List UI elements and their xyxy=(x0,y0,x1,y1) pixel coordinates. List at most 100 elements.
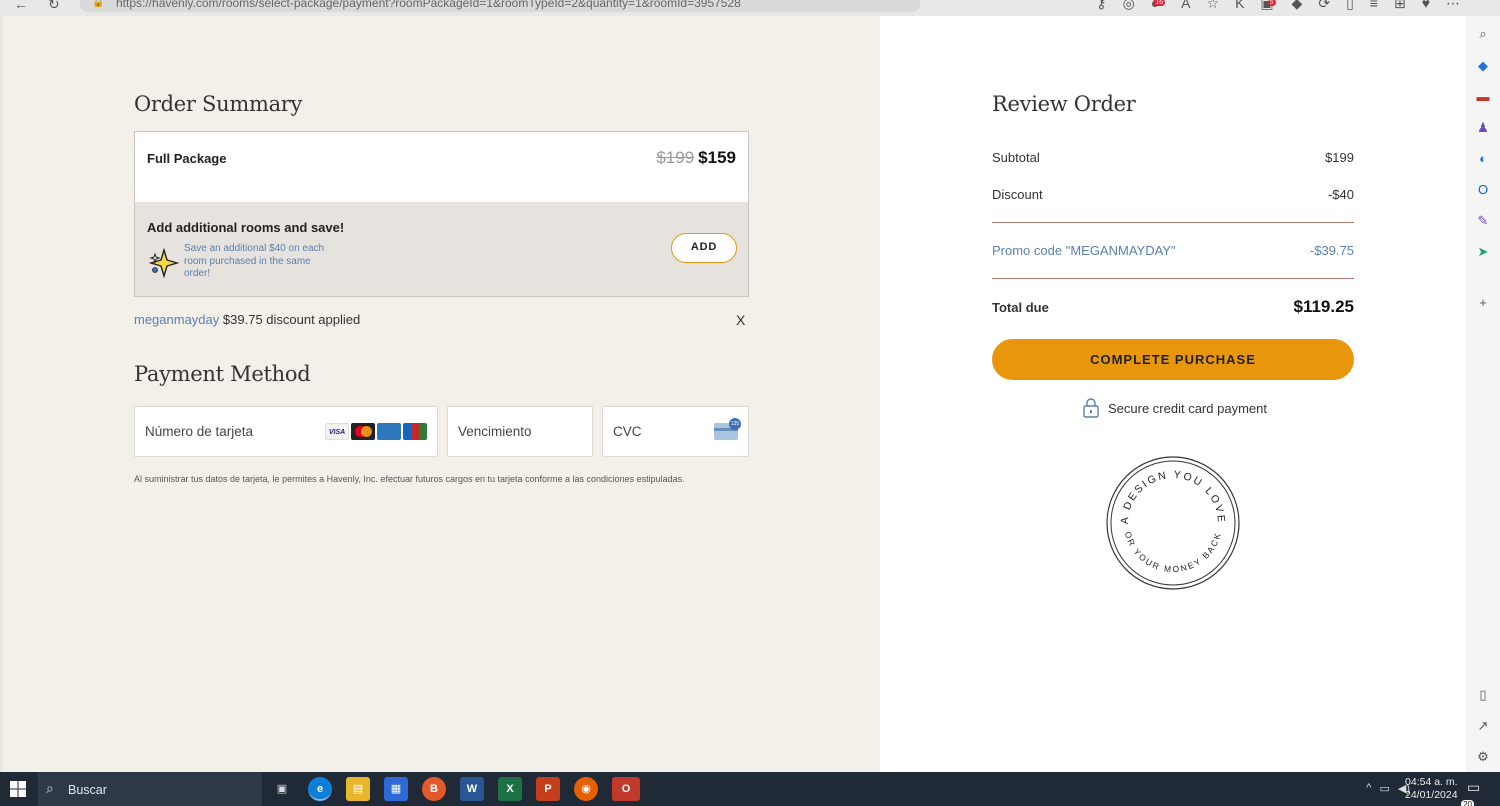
addon-title: Add additional rooms and save! xyxy=(147,220,345,235)
browser-sidebar: ⌕ ◆ ▬ ♟ ◐ O ✎ ➤ + ▯ ↗ ⚙ xyxy=(1466,16,1500,772)
jcb-icon xyxy=(403,423,427,440)
windows-start-icon[interactable] xyxy=(10,781,26,797)
svg-text:A DESIGN YOU LOVE: A DESIGN YOU LOVE xyxy=(1119,469,1227,525)
k-extension-icon[interactable]: K xyxy=(1235,0,1244,12)
promo-label: Promo code "MEGANMAYDAY" xyxy=(992,243,1176,258)
extension-badge: 16 xyxy=(1153,0,1166,6)
tray-chevron-icon[interactable]: ^ xyxy=(1366,782,1371,795)
amex-icon xyxy=(377,423,401,440)
review-order-title: Review Order xyxy=(992,92,1136,116)
copilot-icon[interactable]: ◐ xyxy=(1475,151,1491,167)
outlook-icon[interactable]: O xyxy=(1475,182,1491,198)
more-icon[interactable]: ⋯ xyxy=(1446,0,1460,12)
browser-extensions: ⚷ ◎ ●16 A ☆ K ▣5 ◆ ⟳ ▯ ≡ ⊞ ♥ ⋯ xyxy=(1096,0,1460,12)
network-icon[interactable]: ▭ xyxy=(1379,782,1389,795)
back-icon[interactable]: ← xyxy=(14,0,28,12)
search-icon[interactable]: ⌕ xyxy=(1475,26,1491,42)
favorites-icon[interactable]: ≡ xyxy=(1370,0,1378,12)
subtotal-value: $199 xyxy=(1325,150,1354,165)
cvc-card-icon: 135 xyxy=(714,418,741,440)
games-icon[interactable]: ♟ xyxy=(1475,120,1491,136)
tools-icon[interactable]: ▬ xyxy=(1475,89,1491,105)
seal-bottom-text: OR YOUR MONEY BACK xyxy=(1123,530,1221,574)
edge-icon[interactable]: e xyxy=(308,777,332,801)
taskbar-search-placeholder: Buscar xyxy=(68,783,107,797)
excel-icon[interactable]: X xyxy=(498,777,522,801)
complete-purchase-button[interactable]: COMPLETE PURCHASE xyxy=(992,339,1354,380)
search-icon: ⌕ xyxy=(46,780,54,796)
cvc-placeholder: CVC xyxy=(613,424,642,439)
lock-icon: 🔒 xyxy=(92,0,105,8)
mastercard-icon xyxy=(351,423,375,440)
word-icon[interactable]: W xyxy=(460,777,484,801)
brave-icon[interactable]: B xyxy=(422,777,446,801)
refresh-icon[interactable]: ↻ xyxy=(48,0,60,13)
subtotal-label: Subtotal xyxy=(992,150,1040,165)
card-number-field[interactable]: Número de tarjeta VISA xyxy=(134,406,438,457)
firefox-icon[interactable]: ◉ xyxy=(574,777,598,801)
promo-value: -$39.75 xyxy=(1309,243,1354,258)
divider xyxy=(992,222,1354,223)
promo-code[interactable]: meganmayday xyxy=(134,312,219,327)
card-disclaimer: Al suministrar tus datos de tarjeta, le … xyxy=(134,474,685,484)
sidebar-panel-icon[interactable]: ▯ xyxy=(1475,687,1491,703)
send-icon[interactable]: ➤ xyxy=(1475,244,1491,260)
mail-extension-icon[interactable]: ▣5 xyxy=(1260,0,1276,12)
secure-payment-note: Secure credit card payment xyxy=(1082,398,1267,418)
task-view-icon[interactable]: ▣ xyxy=(270,777,294,801)
system-tray: ^ ▭ ◀) xyxy=(1366,782,1410,795)
collections-icon[interactable]: ⊞ xyxy=(1394,0,1406,12)
read-aloud-icon[interactable]: A xyxy=(1181,0,1190,12)
powerpoint-icon[interactable]: P xyxy=(536,777,560,801)
visa-icon: VISA xyxy=(325,423,349,440)
cvc-field[interactable]: CVC 135 xyxy=(602,406,749,457)
svg-text:OR YOUR MONEY BACK: OR YOUR MONEY BACK xyxy=(1123,530,1223,574)
money-back-seal: A DESIGN YOU LOVE OR YOUR MONEY BACK xyxy=(1106,456,1240,590)
divider xyxy=(992,278,1354,279)
total-label: Total due xyxy=(992,300,1049,315)
discount-value: -$40 xyxy=(1327,187,1354,202)
addon-description: Save an additional $40 on each room purc… xyxy=(184,243,325,279)
store-icon[interactable]: ▦ xyxy=(384,777,408,801)
add-sidebar-icon[interactable]: + xyxy=(1475,295,1491,311)
taskbar-search[interactable]: ⌕ Buscar xyxy=(38,772,262,806)
key-icon[interactable]: ⚷ xyxy=(1096,0,1106,12)
remove-promo-button[interactable]: X xyxy=(736,312,745,328)
reader-icon[interactable]: ◎ xyxy=(1123,0,1135,12)
favorite-star-icon[interactable]: ☆ xyxy=(1207,0,1220,12)
add-room-button[interactable]: ADD xyxy=(671,233,737,263)
sync-icon[interactable]: ⟳ xyxy=(1318,0,1330,12)
package-name: Full Package xyxy=(147,151,227,166)
payment-method-title: Payment Method xyxy=(134,362,311,386)
expiry-field[interactable]: Vencimiento xyxy=(447,406,593,457)
split-screen-icon[interactable]: ▯ xyxy=(1346,0,1354,12)
performance-icon[interactable]: ♥ xyxy=(1422,0,1430,12)
package-old-price: $199 xyxy=(656,148,695,167)
external-link-icon[interactable]: ↗ xyxy=(1475,718,1491,734)
settings-icon[interactable]: ⚙ xyxy=(1475,749,1491,765)
windows-taskbar: ⌕ Buscar ▣ e ▤ ▦ B W X P ◉ O ^ ▭ ◀) 04:5… xyxy=(0,772,1500,806)
sparkle-icon xyxy=(149,248,179,278)
package-price: $199 $159 xyxy=(656,148,736,168)
taskbar-clock[interactable]: 04:54 a. m. 24/01/2024 xyxy=(1405,776,1458,802)
card-number-placeholder: Número de tarjeta xyxy=(145,424,254,439)
card-brands: VISA xyxy=(325,423,427,440)
discount-label: Discount xyxy=(992,187,1043,202)
designer-icon[interactable]: ✎ xyxy=(1475,213,1491,229)
secure-payment-label: Secure credit card payment xyxy=(1108,400,1267,416)
addon-banner: Add additional rooms and save! Save an a… xyxy=(135,202,748,296)
opera-icon[interactable]: O xyxy=(612,777,640,801)
promo-applied-line: meganmayday $39.75 discount applied xyxy=(134,312,360,327)
shield-icon[interactable]: ◆ xyxy=(1292,0,1303,12)
address-bar-url: https://havenly.com/rooms/select-package… xyxy=(116,0,741,10)
notifications-icon[interactable]: ▭20 xyxy=(1461,779,1487,806)
extension-icon[interactable]: ●16 xyxy=(1151,0,1166,12)
checkout-right-panel xyxy=(880,16,1466,772)
address-bar[interactable]: 🔒 https://havenly.com/rooms/select-packa… xyxy=(80,0,920,12)
browser-toolbar: ← ↻ 🔒 https://havenly.com/rooms/select-p… xyxy=(0,0,1500,16)
promo-applied-text: $39.75 discount applied xyxy=(222,312,361,327)
file-explorer-icon[interactable]: ▤ xyxy=(346,777,370,801)
shopping-icon[interactable]: ◆ xyxy=(1475,58,1491,74)
cvc-hint: 135 xyxy=(729,418,741,430)
notifications-count: 20 xyxy=(1461,800,1474,806)
